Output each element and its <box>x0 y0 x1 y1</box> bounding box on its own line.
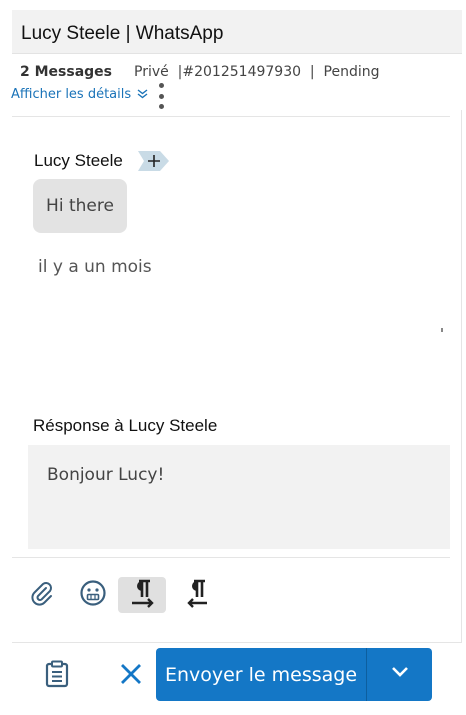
send-message-label: Envoyer le message <box>164 663 358 686</box>
divider <box>12 557 450 558</box>
divider <box>12 116 450 117</box>
message-count: 2 Messages <box>20 64 113 80</box>
ltr-paragraph-icon <box>126 577 158 614</box>
message-bubble: Hi there <box>33 179 127 233</box>
message-text: Hi there <box>46 196 114 216</box>
paperclip-icon <box>29 580 55 611</box>
conversation-header: Lucy Steele | WhatsApp <box>12 10 462 54</box>
sender-name: Lucy Steele <box>34 151 123 170</box>
reply-label: Résponse à Lucy Steele <box>33 416 218 435</box>
reply-textarea[interactable]: Bonjour Lucy! <box>28 445 450 549</box>
conversation-title: Lucy Steele | WhatsApp <box>21 23 224 44</box>
show-details-link[interactable]: Afficher les détails <box>11 87 148 102</box>
notes-button[interactable] <box>40 659 74 693</box>
close-icon <box>119 662 143 691</box>
send-message-button[interactable]: Envoyer le message <box>156 648 366 701</box>
rtl-paragraph-icon <box>181 577 213 614</box>
ltr-paragraph-button[interactable] <box>118 577 166 613</box>
meta-row: 2 Messages Privé |#201251497930 | Pending <box>20 64 380 80</box>
kebab-menu-icon[interactable] <box>157 83 165 109</box>
divider <box>461 110 462 642</box>
plus-tag-icon[interactable] <box>138 151 170 171</box>
send-button-group: Envoyer le message <box>156 648 432 701</box>
clipboard-icon <box>44 660 70 693</box>
show-details-label: Afficher les détails <box>11 87 132 102</box>
rtl-paragraph-button[interactable] <box>177 577 217 613</box>
ticket-number: |#201251497930 <box>177 64 302 80</box>
chevron-down-icon <box>390 665 410 684</box>
cancel-button[interactable] <box>114 659 148 693</box>
divider <box>12 642 462 643</box>
visibility-label: Privé <box>134 64 169 80</box>
emoji-icon <box>79 579 107 612</box>
emoji-button[interactable] <box>73 577 113 613</box>
scroll-indicator <box>441 328 443 332</box>
status-label: Pending <box>323 64 380 80</box>
reply-text: Bonjour Lucy! <box>47 465 165 485</box>
conversation-meta: 2 Messages Privé |#201251497930 | Pending… <box>11 56 462 116</box>
attach-button[interactable] <box>22 577 62 613</box>
double-chevron-down-icon <box>137 88 148 101</box>
send-options-button[interactable] <box>367 648 432 701</box>
message-timestamp: il y a un mois <box>38 257 152 277</box>
meta-separator: | <box>309 64 315 80</box>
